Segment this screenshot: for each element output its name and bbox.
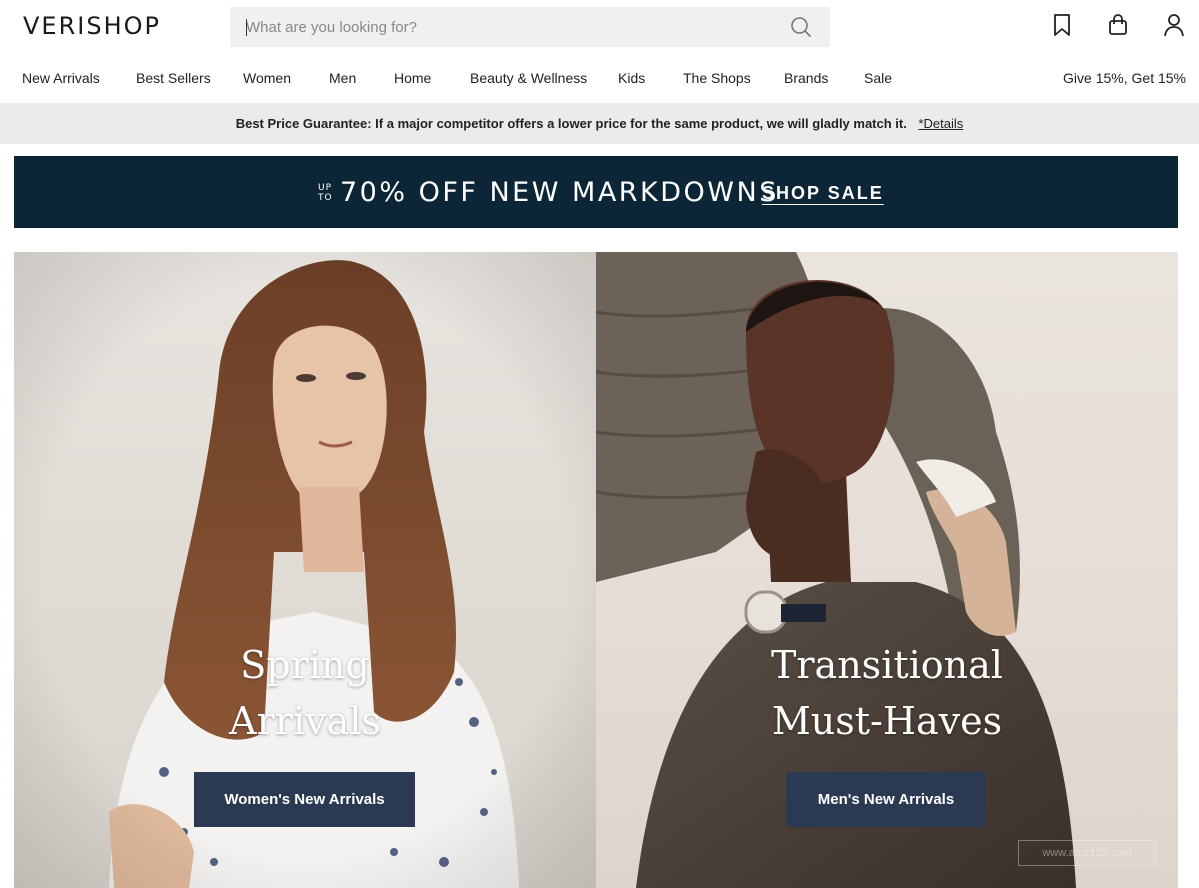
main-nav: New Arrivals Best Sellers Women Men Home… bbox=[0, 56, 1199, 102]
to-label: TO bbox=[318, 193, 333, 203]
promo-banner[interactable]: UP TO 70% OFF NEW MARKDOWNS SHOP SALE bbox=[14, 156, 1178, 228]
bookmark-icon[interactable] bbox=[1050, 12, 1074, 38]
men-hero-title-line2: Must-Haves bbox=[771, 699, 1003, 743]
nav-item-brands[interactable]: Brands bbox=[784, 70, 828, 86]
women-hero-title-line1: Spring bbox=[240, 643, 370, 687]
mens-new-arrivals-button[interactable]: Men's New Arrivals bbox=[786, 772, 986, 827]
user-icon[interactable] bbox=[1162, 12, 1186, 38]
nav-item-women[interactable]: Women bbox=[243, 70, 291, 86]
text-caret bbox=[246, 19, 247, 36]
up-to-label: UP TO bbox=[318, 183, 333, 203]
up-label: UP bbox=[318, 183, 333, 193]
search-input[interactable] bbox=[246, 7, 766, 47]
men-hero-title: Transitional Must-Haves bbox=[596, 637, 1178, 749]
shopping-bag-icon[interactable] bbox=[1106, 12, 1130, 38]
guarantee-text: If a major competitor offers a lower pri… bbox=[375, 116, 907, 131]
womens-new-arrivals-button[interactable]: Women's New Arrivals bbox=[194, 772, 415, 827]
nav-item-home[interactable]: Home bbox=[394, 70, 431, 86]
nav-item-beauty-wellness[interactable]: Beauty & Wellness bbox=[470, 70, 587, 86]
referral-link[interactable]: Give 15%, Get 15% bbox=[1063, 70, 1186, 86]
guarantee-lead: Best Price Guarantee: bbox=[235, 116, 372, 131]
women-hero-title-line2: Arrivals bbox=[229, 699, 381, 743]
search-bar[interactable] bbox=[230, 7, 830, 47]
guarantee-details-link[interactable]: *Details bbox=[918, 116, 963, 131]
watermark: www.amz123.com bbox=[1018, 840, 1156, 866]
nav-item-the-shops[interactable]: The Shops bbox=[683, 70, 751, 86]
price-guarantee-bar: Best Price Guarantee: If a major competi… bbox=[0, 103, 1199, 144]
search-icon[interactable] bbox=[790, 16, 812, 38]
women-hero-title: Spring Arrivals bbox=[14, 637, 596, 749]
women-hero-panel[interactable]: Spring Arrivals Women's New Arrivals bbox=[14, 252, 596, 888]
nav-item-best-sellers[interactable]: Best Sellers bbox=[136, 70, 211, 86]
nav-item-sale[interactable]: Sale bbox=[864, 70, 892, 86]
promo-headline: 70% OFF NEW MARKDOWNS bbox=[340, 177, 779, 208]
nav-item-new-arrivals[interactable]: New Arrivals bbox=[22, 70, 100, 86]
shop-sale-link[interactable]: SHOP SALE bbox=[762, 183, 884, 204]
nav-item-kids[interactable]: Kids bbox=[618, 70, 645, 86]
men-hero-title-line1: Transitional bbox=[771, 643, 1003, 687]
site-logo[interactable]: VERISHOP bbox=[23, 12, 161, 40]
nav-item-men[interactable]: Men bbox=[329, 70, 356, 86]
site-header: VERISHOP bbox=[0, 0, 1199, 56]
men-hero-panel[interactable]: Transitional Must-Haves Men's New Arriva… bbox=[596, 252, 1178, 888]
